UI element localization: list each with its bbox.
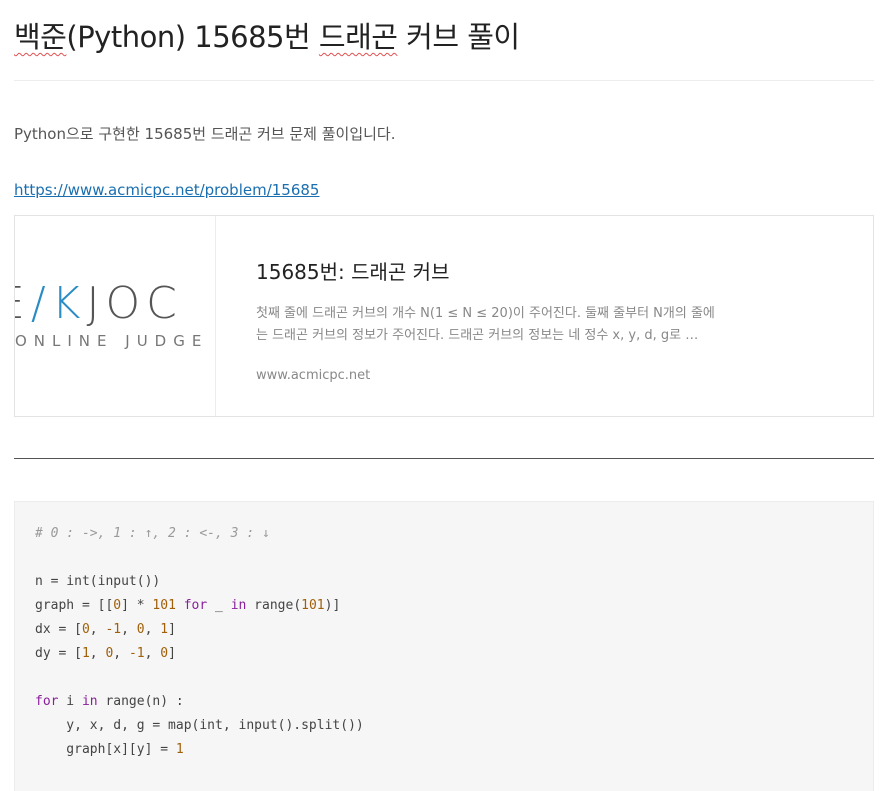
code-block: # 0 : ->, 1 : ↑, 2 : <-, 3 : ↓ n = int(i… [14,501,874,791]
title-text-2: (Python) 15685번 [66,20,319,54]
code-line: dy = [1, 0, -1, 0] [35,646,176,661]
card-host: www.acmicpc.net [256,368,371,383]
title-divider [14,80,874,81]
horizontal-rule [14,458,874,459]
code-line: for i in range(n) : [35,694,184,709]
baekjoon-logo-text: E/KJOC [15,278,183,329]
link-preview-card[interactable]: E/KJOC ONLINE JUDGE 15685번: 드래곤 커브 첫째 줄에… [14,215,874,417]
card-thumbnail-logo: E/KJOC ONLINE JUDGE [15,216,216,416]
card-description: 첫째 줄에 드래곤 커브의 개수 N(1 ≤ N ≤ 20)이 주어진다. 둘째… [256,306,715,343]
baekjoon-logo-subtitle: ONLINE JUDGE [15,332,209,350]
code-line: dx = [0, -1, 0, 1] [35,622,176,637]
code-line: # 0 : ->, 1 : ↑, 2 : <-, 3 : ↓ [35,526,270,541]
code-line: n = int(input()) [35,574,161,589]
title-text-4: 커브 풀이 [397,20,520,54]
code-line: graph = [[0] * 101 for _ in range(101)] [35,598,341,613]
code-line: y, x, d, g = map(int, input().split()) [35,718,364,733]
title-spellcheck-word-2: 드래곤 [318,20,398,54]
post-title: 백준(Python) 15685번 드래곤 커브 풀이 [14,14,520,56]
problem-link[interactable]: https://www.acmicpc.net/problem/15685 [14,181,319,199]
intro-text: Python으로 구현한 15685번 드래곤 커브 문제 풀이입니다. [14,125,396,143]
card-body: 15685번: 드래곤 커브 첫째 줄에 드래곤 커브의 개수 N(1 ≤ N … [216,216,873,416]
title-spellcheck-word-1: 백준 [14,20,67,54]
code-line: graph[x][y] = 1 [35,742,184,757]
card-title: 15685번: 드래곤 커브 [256,260,450,284]
